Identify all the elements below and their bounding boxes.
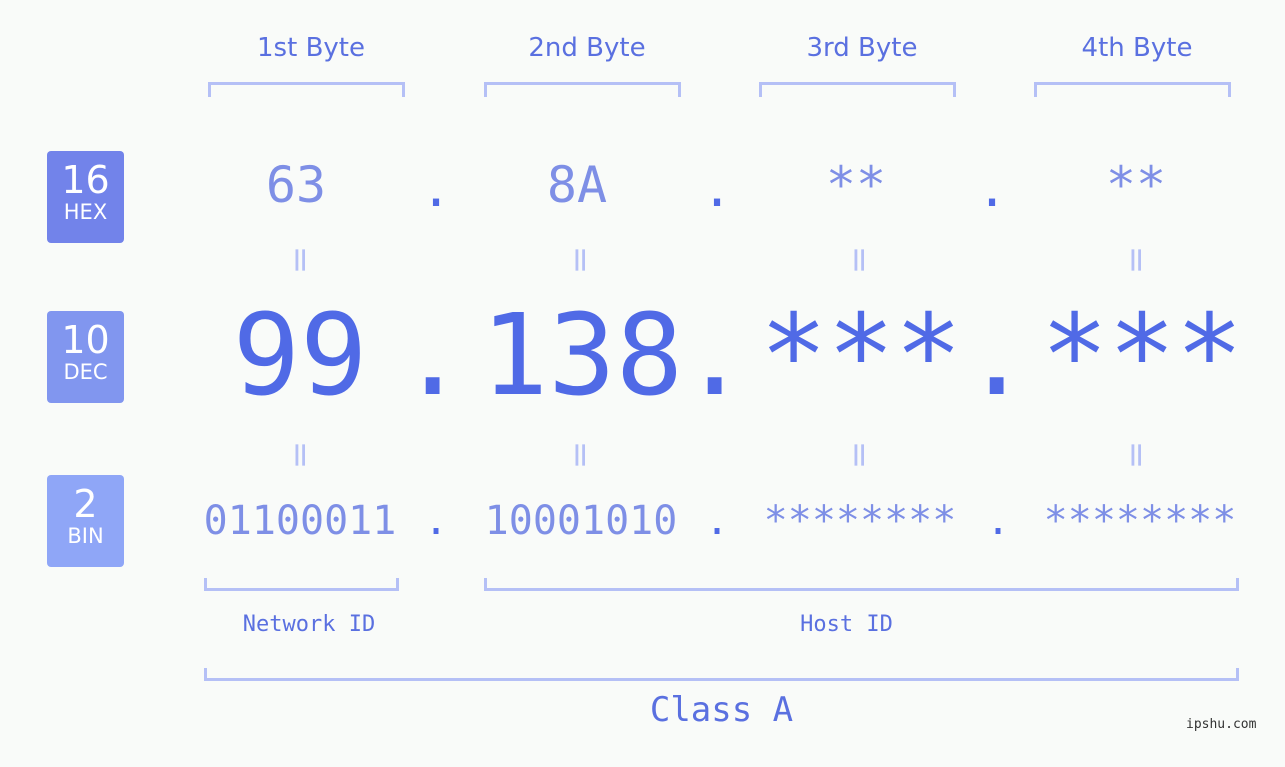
bin-dot-1: . <box>424 498 449 544</box>
hex-badge: 16 HEX <box>47 151 124 243</box>
byte-bracket-1 <box>208 82 405 97</box>
equals-sign: = <box>560 245 600 275</box>
equals-sign: = <box>839 440 879 470</box>
bin-dot-2: . <box>705 498 730 544</box>
equals-sign: = <box>280 245 320 275</box>
network-id-bracket <box>204 578 399 591</box>
dec-value-1: 99 <box>232 291 368 421</box>
dec-value-4: *** <box>1040 291 1244 421</box>
bin-base: 2 <box>73 482 98 526</box>
hex-dot-3: . <box>977 160 1008 218</box>
byte-header-1: 1st Byte <box>257 33 365 63</box>
class-bracket <box>204 668 1239 681</box>
dec-dot-2: . <box>681 291 749 421</box>
watermark: ipshu.com <box>1186 717 1257 732</box>
dec-value-3: *** <box>759 291 963 421</box>
host-id-bracket <box>484 578 1239 591</box>
hex-base: 16 <box>61 158 110 202</box>
hex-value-1: 63 <box>265 156 327 214</box>
hex-label: HEX <box>63 200 108 224</box>
hex-value-3: ** <box>825 156 887 214</box>
byte-bracket-4 <box>1034 82 1231 97</box>
equals-sign: = <box>560 440 600 470</box>
bin-value-1: 01100011 <box>203 498 397 544</box>
equals-sign: = <box>1116 440 1156 470</box>
dec-base: 10 <box>61 318 110 362</box>
byte-header-2: 2nd Byte <box>528 33 646 63</box>
equals-sign: = <box>839 245 879 275</box>
byte-bracket-2 <box>484 82 681 97</box>
bin-value-2: 10001010 <box>484 498 678 544</box>
bin-badge: 2 BIN <box>47 475 124 567</box>
bin-value-3: ******** <box>763 498 957 544</box>
dec-label: DEC <box>63 360 108 384</box>
byte-bracket-3 <box>759 82 956 97</box>
bin-dot-3: . <box>986 498 1011 544</box>
hex-value-4: ** <box>1105 156 1167 214</box>
hex-dot-1: . <box>421 160 452 218</box>
hex-value-2: 8A <box>546 156 608 214</box>
host-id-label: Host ID <box>800 612 893 637</box>
equals-sign: = <box>280 440 320 470</box>
hex-dot-2: . <box>702 160 733 218</box>
dec-value-2: 138 <box>480 291 684 421</box>
bin-value-4: ******** <box>1043 498 1237 544</box>
byte-header-4: 4th Byte <box>1081 33 1193 63</box>
equals-sign: = <box>1116 245 1156 275</box>
bin-label: BIN <box>67 524 104 548</box>
dec-dot-1: . <box>399 291 467 421</box>
dec-dot-3: . <box>963 291 1031 421</box>
network-id-label: Network ID <box>242 612 376 637</box>
class-label: Class A <box>649 690 794 730</box>
dec-badge: 10 DEC <box>47 311 124 403</box>
byte-header-3: 3rd Byte <box>806 33 918 63</box>
